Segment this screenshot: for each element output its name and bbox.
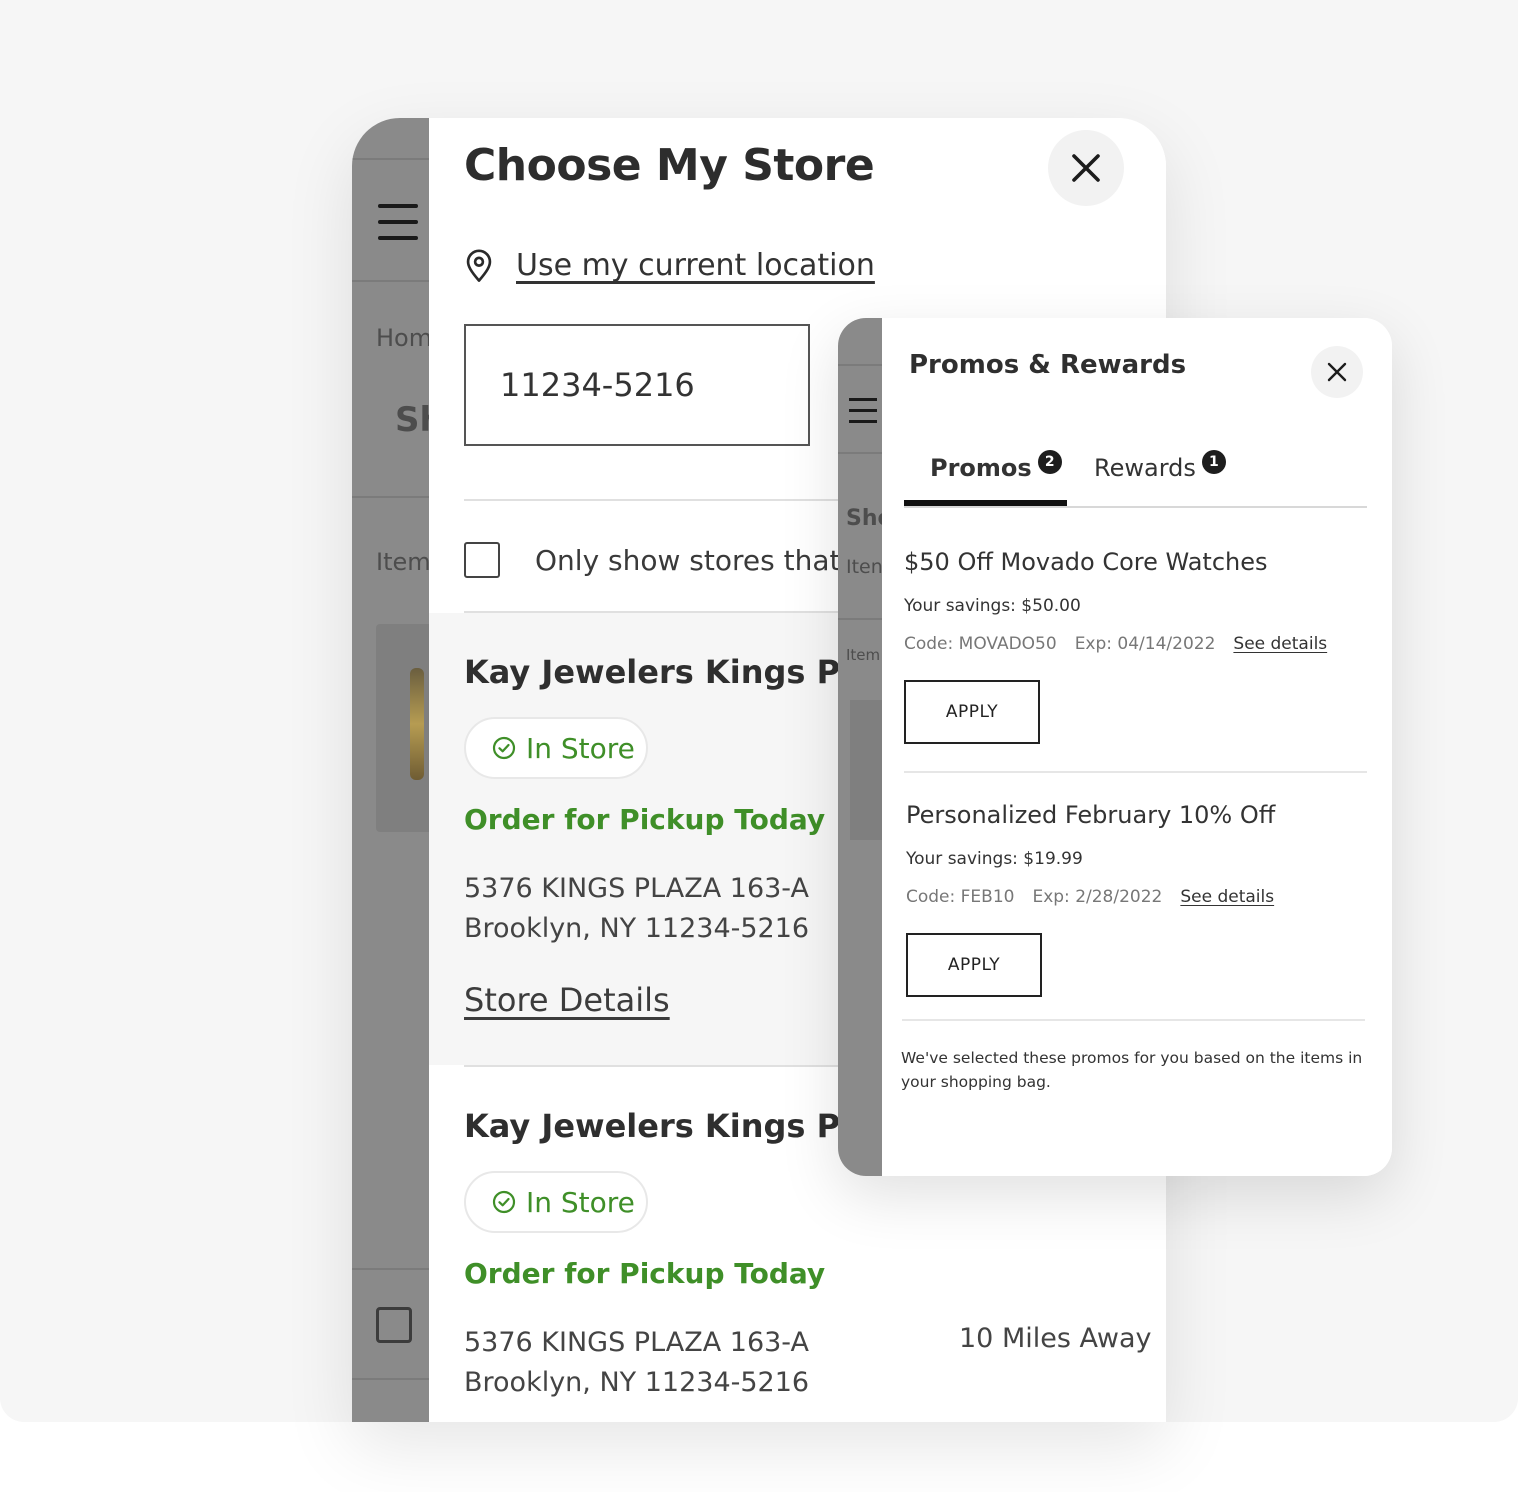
hamburger-menu-icon <box>849 398 877 424</box>
promo-card: $50 Off Movado Core Watches Your savings… <box>904 548 1367 744</box>
dimmed-background-page: Hom Sh Item <box>352 118 444 1422</box>
promo-meta: Code: MOVADO50 Exp: 04/14/2022 See detai… <box>904 634 1367 654</box>
promo-tabs: Promos 2 Rewards 1 <box>904 446 1367 508</box>
promo-code: Code: FEB10 <box>906 887 1015 907</box>
background-product-thumbnail <box>850 700 882 840</box>
tab-count-badge: 2 <box>1037 450 1062 474</box>
hamburger-menu-icon <box>378 204 418 242</box>
promo-card: Personalized February 10% Off Your savin… <box>906 801 1369 997</box>
page-title: Choose My Store <box>464 140 875 191</box>
divider <box>904 771 1367 773</box>
promo-expiry: Exp: 2/28/2022 <box>1032 887 1163 907</box>
apply-button[interactable]: APPLY <box>904 680 1040 744</box>
divider <box>902 1019 1365 1021</box>
close-button[interactable] <box>1048 130 1124 206</box>
location-pin-icon <box>466 249 492 282</box>
close-icon <box>1072 154 1100 182</box>
promo-savings: Your savings: $19.99 <box>906 849 1083 869</box>
background-checkbox <box>376 1307 412 1343</box>
tab-count-badge: 1 <box>1201 450 1226 474</box>
availability-badge: In Store <box>464 1171 648 1233</box>
promo-title: $50 Off Movado Core Watches <box>904 548 1268 576</box>
check-circle-icon <box>492 1190 516 1214</box>
promo-expiry: Exp: 04/14/2022 <box>1074 634 1216 654</box>
promo-title: Personalized February 10% Off <box>906 801 1276 829</box>
zip-code-input[interactable] <box>464 324 810 446</box>
check-circle-icon <box>492 736 516 760</box>
promos-rewards-panel: Promos & Rewards Promos 2 Rewards 1 $50 … <box>882 318 1392 1176</box>
tab-label: Rewards <box>1094 454 1196 482</box>
address-line-2: Brooklyn, NY 11234-5216 <box>464 1367 810 1398</box>
tab-promos[interactable]: Promos 2 <box>930 450 1062 482</box>
close-button[interactable] <box>1311 346 1363 398</box>
canvas-background: Hom Sh Item Choose My Store Use my curre… <box>0 0 1518 1422</box>
promo-code: Code: MOVADO50 <box>904 634 1057 654</box>
promo-disclaimer: We've selected these promos for you base… <box>901 1049 1363 1091</box>
active-tab-indicator <box>904 500 1067 506</box>
store-address: 5376 KINGS PLAZA 163-A Brooklyn, NY 1123… <box>464 869 809 949</box>
promos-rewards-screen: Sho Iten Item Promos & Rewards Promos 2 … <box>838 318 1392 1176</box>
in-stock-filter[interactable]: Only show stores that ha <box>464 542 884 578</box>
use-location-link[interactable]: Use my current location <box>516 248 875 283</box>
store-address: 5376 KINGS PLAZA 163-A Brooklyn, NY 1123… <box>464 1323 809 1403</box>
promo-savings: Your savings: $50.00 <box>904 596 1081 616</box>
in-stock-filter-label: Only show stores that ha <box>535 543 885 577</box>
background-items-label: Item <box>376 548 431 576</box>
pickup-message: Order for Pickup Today <box>464 1257 826 1290</box>
tab-rewards[interactable]: Rewards 1 <box>1094 450 1226 482</box>
see-details-link[interactable]: See details <box>1233 634 1327 654</box>
pickup-message: Order for Pickup Today <box>464 803 826 836</box>
panel-title: Promos & Rewards <box>909 350 1187 380</box>
close-icon <box>1327 362 1347 382</box>
background-item-text: Item <box>846 646 881 664</box>
store-distance: 10 Miles Away <box>959 1323 1152 1354</box>
see-details-link[interactable]: See details <box>1180 887 1274 907</box>
use-location-row[interactable]: Use my current location <box>464 248 875 283</box>
address-line-1: 5376 KINGS PLAZA 163-A <box>464 873 809 904</box>
promo-meta: Code: FEB10 Exp: 2/28/2022 See details <box>906 887 1369 907</box>
dimmed-background-page: Sho Iten Item <box>838 318 893 1176</box>
store-details-link[interactable]: Store Details <box>464 981 670 1019</box>
address-line-2: Brooklyn, NY 11234-5216 <box>464 913 810 944</box>
availability-badge: In Store <box>464 717 648 779</box>
background-items-label: Iten <box>846 556 883 578</box>
address-line-1: 5376 KINGS PLAZA 163-A <box>464 1327 809 1358</box>
availability-text: In Store <box>526 1185 635 1219</box>
bracelet-image <box>410 668 424 780</box>
background-breadcrumb: Hom <box>376 324 433 352</box>
in-stock-checkbox[interactable] <box>464 542 500 578</box>
tab-label: Promos <box>930 454 1032 482</box>
availability-text: In Store <box>526 731 635 765</box>
apply-button[interactable]: APPLY <box>906 933 1042 997</box>
